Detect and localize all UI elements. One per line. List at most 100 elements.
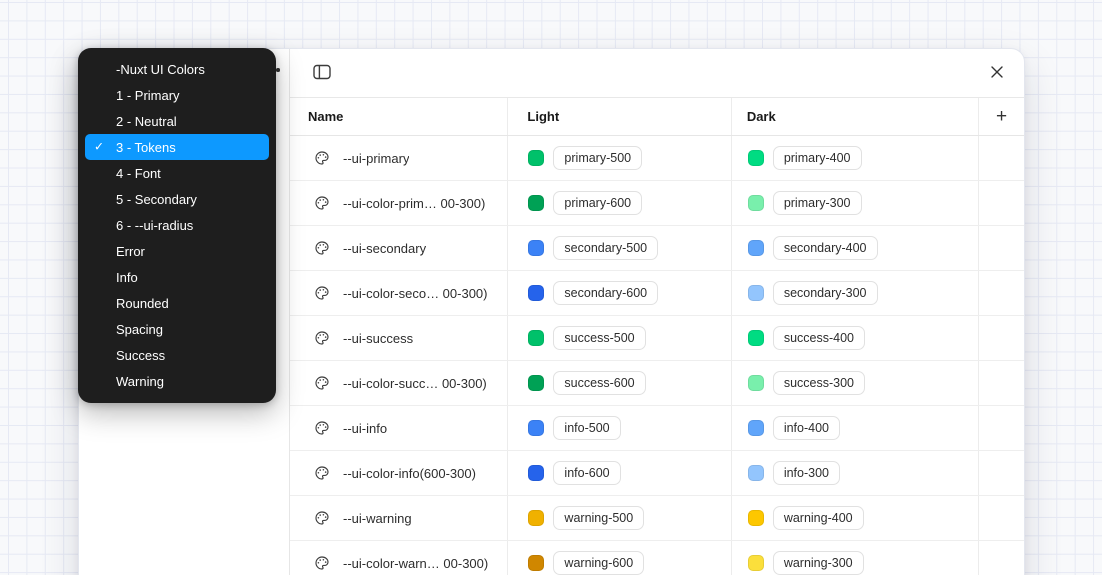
light-value-cell: primary-500	[508, 136, 731, 180]
variable-name: --ui-secondary	[343, 241, 426, 256]
dark-color-swatch[interactable]	[748, 375, 764, 391]
menu-item-spacing[interactable]: Spacing	[85, 316, 269, 342]
dark-alias-chip[interactable]: info-400	[773, 416, 840, 440]
variable-name-cell[interactable]: --ui-color-warn… 00-300)	[290, 541, 508, 575]
light-alias-chip[interactable]: secondary-600	[553, 281, 658, 305]
dark-color-swatch[interactable]	[748, 285, 764, 301]
dark-alias-chip[interactable]: secondary-300	[773, 281, 878, 305]
light-color-swatch[interactable]	[528, 195, 544, 211]
menu-item-label: 3 - Tokens	[116, 140, 176, 155]
variable-name: --ui-warning	[343, 511, 412, 526]
variable-row[interactable]: --ui-color-warn… 00-300) warning-600 war…	[290, 541, 1024, 575]
light-color-swatch[interactable]	[528, 330, 544, 346]
menu-item-2-neutral[interactable]: 2 - Neutral	[85, 108, 269, 134]
menu-item-1-primary[interactable]: 1 - Primary	[85, 82, 269, 108]
variable-name-cell[interactable]: --ui-color-seco… 00-300)	[290, 271, 508, 315]
dark-color-swatch[interactable]	[748, 240, 764, 256]
light-alias-chip[interactable]: info-500	[553, 416, 620, 440]
variable-name: --ui-color-info(600-300)	[343, 466, 476, 481]
variable-row[interactable]: --ui-info info-500 info-400	[290, 406, 1024, 451]
add-mode-button[interactable]: +	[988, 103, 1016, 131]
dark-chip-label: info-300	[784, 466, 829, 480]
column-header-name: Name	[290, 98, 508, 135]
light-color-swatch[interactable]	[528, 240, 544, 256]
menu-item-error[interactable]: Error	[85, 238, 269, 264]
light-color-swatch[interactable]	[528, 375, 544, 391]
light-value-cell: secondary-600	[508, 271, 731, 315]
variable-row[interactable]: --ui-secondary secondary-500 secondary-4…	[290, 226, 1024, 271]
variable-name-cell[interactable]: --ui-warning	[290, 496, 508, 540]
light-color-swatch[interactable]	[528, 510, 544, 526]
variable-row[interactable]: --ui-color-prim… 00-300) primary-600 pri…	[290, 181, 1024, 226]
dark-color-swatch[interactable]	[748, 510, 764, 526]
dark-alias-chip[interactable]: primary-400	[773, 146, 862, 170]
dark-color-swatch[interactable]	[748, 195, 764, 211]
empty-cell	[979, 406, 1024, 450]
column-header-dark-mode[interactable]: Dark	[732, 98, 979, 135]
variable-name-cell[interactable]: --ui-color-info(600-300)	[290, 451, 508, 495]
variable-name-cell[interactable]: --ui-color-prim… 00-300)	[290, 181, 508, 225]
menu-item-success[interactable]: Success	[85, 342, 269, 368]
dropdown-trigger-dot	[276, 68, 280, 72]
sidebar-toggle-button[interactable]	[309, 60, 335, 86]
dark-alias-chip[interactable]: primary-300	[773, 191, 862, 215]
dark-chip-label: success-300	[784, 376, 854, 390]
light-chip-label: info-600	[564, 466, 609, 480]
variable-name-cell[interactable]: --ui-success	[290, 316, 508, 360]
dark-color-swatch[interactable]	[748, 420, 764, 436]
column-header-light-mode[interactable]: Light	[508, 98, 731, 135]
light-alias-chip[interactable]: warning-600	[553, 551, 644, 575]
variable-name-cell[interactable]: --ui-color-succ… 00-300)	[290, 361, 508, 405]
menu-item-5-secondary[interactable]: 5 - Secondary	[85, 186, 269, 212]
variable-name-cell[interactable]: --ui-info	[290, 406, 508, 450]
light-chip-label: warning-600	[564, 556, 633, 570]
light-alias-chip[interactable]: success-600	[553, 371, 645, 395]
dark-color-swatch[interactable]	[748, 150, 764, 166]
menu-item-info[interactable]: Info	[85, 264, 269, 290]
dark-color-swatch[interactable]	[748, 555, 764, 571]
menu-item-label: Error	[116, 244, 145, 259]
dark-alias-chip[interactable]: success-400	[773, 326, 865, 350]
menu-item-3-tokens[interactable]: ✓ 3 - Tokens	[85, 134, 269, 160]
close-button[interactable]	[984, 60, 1010, 86]
light-color-swatch[interactable]	[528, 555, 544, 571]
dark-alias-chip[interactable]: success-300	[773, 371, 865, 395]
light-color-swatch[interactable]	[528, 420, 544, 436]
light-alias-chip[interactable]: warning-500	[553, 506, 644, 530]
light-color-swatch[interactable]	[528, 150, 544, 166]
light-color-swatch[interactable]	[528, 465, 544, 481]
menu-item-rounded[interactable]: Rounded	[85, 290, 269, 316]
variable-row[interactable]: --ui-color-seco… 00-300) secondary-600 s…	[290, 271, 1024, 316]
light-alias-chip[interactable]: primary-600	[553, 191, 642, 215]
light-alias-chip[interactable]: info-600	[553, 461, 620, 485]
dark-alias-chip[interactable]: warning-400	[773, 506, 864, 530]
dark-alias-chip[interactable]: secondary-400	[773, 236, 878, 260]
light-alias-chip[interactable]: secondary-500	[553, 236, 658, 260]
empty-cell	[979, 271, 1024, 315]
variable-row[interactable]: --ui-success success-500 success-400	[290, 316, 1024, 361]
menu-item-6-ui-radius[interactable]: 6 - --ui-radius	[85, 212, 269, 238]
variables-table-body: --ui-primary primary-500 primary-400	[290, 136, 1024, 575]
empty-cell	[979, 316, 1024, 360]
dark-alias-chip[interactable]: info-300	[773, 461, 840, 485]
modal-toolbar	[290, 49, 1024, 98]
menu-item-label: Info	[116, 270, 138, 285]
close-icon	[990, 65, 1004, 82]
light-alias-chip[interactable]: primary-500	[553, 146, 642, 170]
menu-item-nuxt-ui-colors[interactable]: -Nuxt UI Colors	[85, 56, 269, 82]
menu-item-4-font[interactable]: 4 - Font	[85, 160, 269, 186]
variable-row[interactable]: --ui-color-info(600-300) info-600 info-3…	[290, 451, 1024, 496]
menu-item-warning[interactable]: Warning	[85, 368, 269, 394]
variable-row[interactable]: --ui-warning warning-500 warning-400	[290, 496, 1024, 541]
variable-name-cell[interactable]: --ui-secondary	[290, 226, 508, 270]
dark-color-swatch[interactable]	[748, 330, 764, 346]
dark-chip-label: warning-300	[784, 556, 853, 570]
variable-name-cell[interactable]: --ui-primary	[290, 136, 508, 180]
check-icon: ✓	[94, 139, 104, 153]
variable-row[interactable]: --ui-color-succ… 00-300) success-600 suc…	[290, 361, 1024, 406]
light-color-swatch[interactable]	[528, 285, 544, 301]
light-alias-chip[interactable]: success-500	[553, 326, 645, 350]
dark-alias-chip[interactable]: warning-300	[773, 551, 864, 575]
dark-color-swatch[interactable]	[748, 465, 764, 481]
variable-row[interactable]: --ui-primary primary-500 primary-400	[290, 136, 1024, 181]
